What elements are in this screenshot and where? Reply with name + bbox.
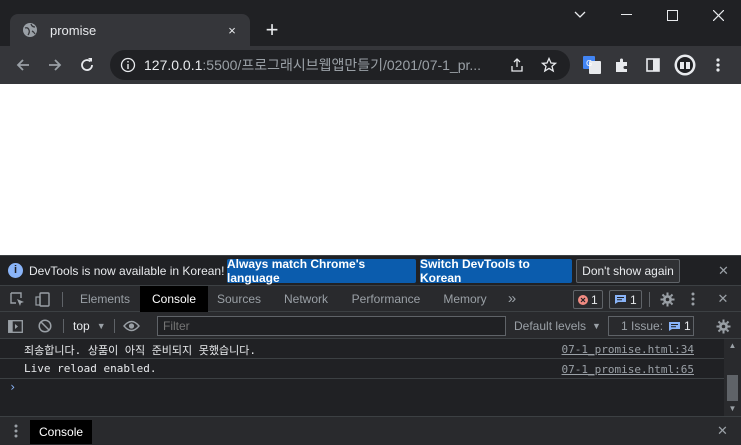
- url-text: 127.0.0.1:5500/프로그래시브웹앱만들기/0201/07-1_pr.…: [144, 57, 482, 73]
- message-count-badge[interactable]: 1: [609, 290, 642, 309]
- page-viewport: [0, 84, 741, 255]
- devtools-tabbar: Elements Console Sources Network Perform…: [0, 285, 741, 312]
- menu-dots-icon[interactable]: [706, 53, 730, 77]
- filter-divider: [114, 319, 115, 333]
- infobar-message: DevTools is now available in Korean!: [29, 263, 225, 278]
- source-link[interactable]: 07-1_promise.html:34: [562, 343, 694, 356]
- tab-close-icon[interactable]: ×: [222, 23, 242, 38]
- google-translate-icon[interactable]: G: [580, 53, 604, 77]
- console-settings-gear-icon[interactable]: [716, 316, 731, 336]
- more-tabs-icon[interactable]: »: [502, 286, 522, 312]
- console-filter-input[interactable]: [157, 316, 506, 336]
- share-icon[interactable]: [509, 57, 525, 73]
- side-panel-icon[interactable]: [641, 53, 665, 77]
- browser-window: promise × + 127.0.0.1:5500/프로그래시브웹앱만들기/0…: [0, 0, 741, 445]
- address-bar[interactable]: 127.0.0.1:5500/프로그래시브웹앱만들기/0201/07-1_pr.…: [110, 50, 570, 80]
- scroll-up-icon[interactable]: ▲: [724, 339, 741, 353]
- clear-console-icon[interactable]: [38, 316, 52, 336]
- reload-icon[interactable]: [71, 49, 103, 81]
- scroll-down-icon[interactable]: ▼: [724, 402, 741, 416]
- tab-elements[interactable]: Elements: [70, 286, 140, 312]
- drawer-menu-icon[interactable]: [14, 424, 18, 443]
- back-icon[interactable]: [7, 49, 39, 81]
- tab-network[interactable]: Network: [270, 286, 342, 312]
- tab-divider: [62, 292, 63, 307]
- profile-avatar[interactable]: [673, 53, 697, 77]
- tab-performance[interactable]: Performance: [342, 286, 430, 312]
- scrollbar-thumb[interactable]: [727, 375, 738, 401]
- sidebar-toggle-icon[interactable]: [8, 316, 23, 336]
- minimize-icon[interactable]: [603, 0, 649, 30]
- live-expression-eye-icon[interactable]: [123, 316, 140, 336]
- switch-korean-button[interactable]: Switch DevTools to Korean: [420, 257, 572, 285]
- context-selector[interactable]: top ▼: [73, 316, 106, 336]
- dont-show-again-button[interactable]: Don't show again: [576, 259, 680, 283]
- bookmark-star-icon[interactable]: [541, 57, 557, 73]
- error-count-badge[interactable]: 1: [573, 290, 603, 309]
- forward-icon[interactable]: [39, 49, 71, 81]
- inspect-element-icon[interactable]: [7, 289, 27, 309]
- tab-divider: [649, 292, 650, 307]
- devtools-infobar: i DevTools is now available in Korean! A…: [0, 255, 741, 285]
- infobar-close-icon[interactable]: ✕: [718, 263, 729, 279]
- console-output: 죄송합니다. 상품이 아직 준비되지 못했습니다. 07-1_promise.h…: [0, 339, 741, 416]
- drawer-close-icon[interactable]: ✕: [717, 423, 728, 439]
- issue-message-icon: [669, 321, 681, 331]
- console-filter-bar: top ▼ Default levels ▼ 1 Issue: 1: [0, 312, 741, 339]
- browser-toolbar: 127.0.0.1:5500/프로그래시브웹앱만들기/0201/07-1_pr.…: [0, 46, 741, 84]
- tab-title: promise: [50, 22, 97, 38]
- log-levels-dropdown[interactable]: Default levels ▼: [514, 316, 601, 336]
- new-tab-button[interactable]: +: [259, 17, 285, 43]
- settings-gear-icon[interactable]: [657, 289, 677, 309]
- maximize-icon[interactable]: [649, 0, 695, 30]
- issues-button[interactable]: 1 Issue: 1: [608, 316, 694, 336]
- console-message: 죄송합니다. 상품이 아직 준비되지 못했습니다. 07-1_promise.h…: [0, 339, 724, 359]
- svg-text:G: G: [586, 59, 592, 68]
- devtools-menu-icon[interactable]: [683, 289, 703, 309]
- filter-divider: [63, 319, 64, 333]
- info-circle-icon: i: [8, 263, 23, 278]
- drawer-tab-console[interactable]: Console: [30, 420, 93, 444]
- info-icon[interactable]: [120, 57, 136, 73]
- tab-search-icon[interactable]: [557, 0, 603, 30]
- browser-tab[interactable]: promise ×: [10, 14, 250, 46]
- tab-console[interactable]: Console: [140, 286, 208, 312]
- dropdown-arrow-icon: ▼: [592, 321, 601, 331]
- devtools-drawer: Console ✕: [0, 416, 741, 445]
- devtools-close-icon[interactable]: ✕: [713, 289, 733, 309]
- device-toolbar-icon[interactable]: [33, 289, 53, 309]
- match-language-button[interactable]: Always match Chrome's language: [227, 257, 416, 285]
- tab-sources[interactable]: Sources: [208, 286, 270, 312]
- title-bar: promise × +: [0, 0, 741, 46]
- console-scrollbar[interactable]: ▲ ▼: [724, 339, 741, 416]
- extensions-icon[interactable]: [610, 53, 634, 77]
- source-link[interactable]: 07-1_promise.html:65: [562, 363, 694, 376]
- dropdown-arrow-icon: ▼: [96, 321, 106, 331]
- error-icon: [578, 294, 588, 305]
- close-window-icon[interactable]: [695, 0, 741, 30]
- console-prompt[interactable]: ›: [9, 380, 16, 394]
- message-icon: [615, 295, 626, 304]
- console-message: Live reload enabled. 07-1_promise.html:6…: [0, 359, 724, 379]
- tab-memory[interactable]: Memory: [430, 286, 500, 312]
- globe-icon: [23, 23, 37, 37]
